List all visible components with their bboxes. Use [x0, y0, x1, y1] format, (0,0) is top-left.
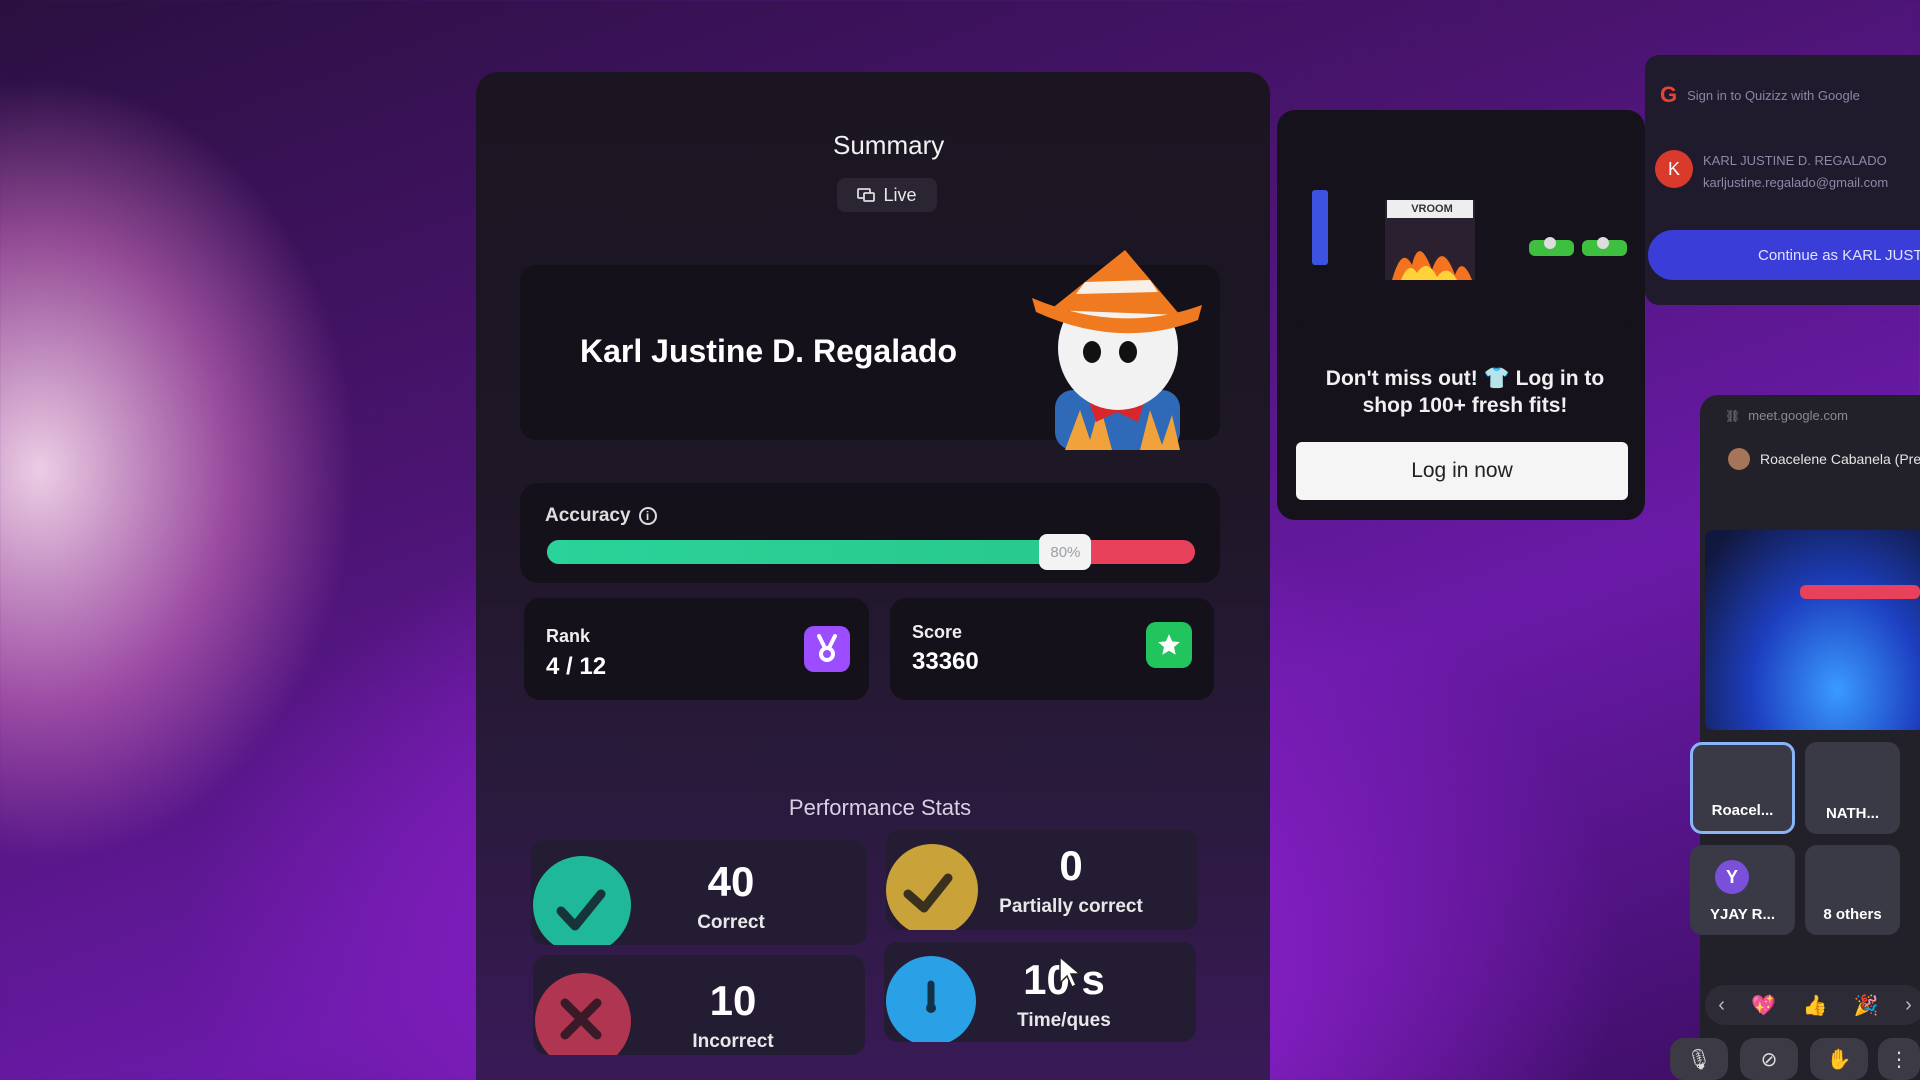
presenter-name: Roacelene Cabanela (Presenting): [1760, 451, 1920, 467]
avatar: [1032, 250, 1202, 450]
account-email: karljustine.regalado@gmail.com: [1703, 175, 1889, 190]
incorrect-count: 10: [709, 977, 757, 1024]
meet-presenter-row: Roacelene Cabanela (Presenting): [1728, 448, 1920, 470]
cross-icon: [535, 973, 631, 1055]
accuracy-label: Accuracy: [545, 505, 631, 526]
partial-label: Partially correct: [999, 896, 1143, 917]
participant-tile-roacel[interactable]: Roacel...: [1690, 742, 1795, 834]
mouse-cursor-icon: [1059, 955, 1082, 989]
account-name: KARL JUSTINE D. REGALADO: [1703, 153, 1887, 168]
party-popper-icon[interactable]: 🎉: [1854, 993, 1879, 1018]
live-label: Live: [883, 184, 917, 205]
rank-card: Rank 4 / 12: [524, 598, 869, 700]
thumbs-up-icon[interactable]: 👍: [1803, 993, 1828, 1018]
promo-line-2: shop 100+ fresh fits!: [1362, 394, 1568, 417]
star-icon: [1146, 622, 1192, 668]
monitor-icon: [857, 188, 876, 202]
promo-message: Don't miss out! 👕 Log in to shop 100+ fr…: [1310, 365, 1620, 419]
login-button[interactable]: Log in now: [1296, 442, 1628, 500]
accuracy-card: [520, 483, 1220, 583]
google-signin-header: G Sign in to Quizizz with Google: [1660, 82, 1860, 108]
continue-as-button[interactable]: Continue as KARL JUSTINE: [1648, 230, 1920, 280]
mic-off-icon[interactable]: 🎙: [1670, 1038, 1728, 1080]
correct-tile: 40 Correct: [531, 840, 867, 945]
google-logo-icon: G: [1660, 82, 1678, 107]
medal-icon: [804, 626, 850, 672]
rank-label: Rank: [546, 626, 591, 646]
stopwatch-icon: [886, 956, 976, 1042]
accuracy-heading: Accuracy i: [545, 505, 657, 527]
meet-url: meet.google.com: [1748, 408, 1848, 423]
meet-url-bar: ⛓ meet.google.com: [1725, 408, 1848, 423]
time-tile: 10 s Time/ques: [884, 942, 1196, 1042]
next-arrow-icon[interactable]: ›: [1905, 994, 1912, 1017]
google-account-row[interactable]: K KARL JUSTINE D. REGALADO karljustine.r…: [1655, 150, 1888, 194]
heart-icon[interactable]: 💖: [1751, 993, 1776, 1018]
raise-hand-icon[interactable]: ✋: [1810, 1038, 1868, 1080]
presenter-avatar: [1728, 448, 1750, 470]
participant-name: NATH...: [1825, 805, 1880, 822]
promo-banner-text: VROOM: [1411, 203, 1453, 215]
accuracy-bar: 80%: [547, 534, 1195, 570]
partial-tile: 0 Partially correct: [886, 830, 1198, 930]
prev-arrow-icon[interactable]: ‹: [1718, 994, 1725, 1017]
performance-title: Performance Stats: [788, 795, 972, 820]
accuracy-bar-fill: [547, 540, 1066, 564]
score-card: Score 33360: [890, 598, 1214, 700]
participant-name: 8 others: [1823, 906, 1882, 923]
participant-tile-others[interactable]: 8 others: [1805, 845, 1900, 935]
check-icon: [533, 856, 631, 945]
meet-pip-window: [1700, 395, 1920, 1080]
shared-screen-bar: [1800, 585, 1920, 599]
link-icon: ⛓: [1725, 408, 1741, 423]
time-label: Time/ques: [1017, 1010, 1111, 1031]
promo-line-1: Don't miss out! 👕 Log in to: [1325, 367, 1605, 390]
account-avatar: K: [1655, 150, 1693, 188]
score-value: 33360: [912, 648, 979, 675]
partial-count: 0: [1059, 842, 1083, 889]
info-icon[interactable]: i: [638, 507, 657, 525]
incorrect-tile: 10 Incorrect: [533, 955, 865, 1055]
live-badge: Live: [837, 178, 937, 212]
more-options-icon[interactable]: ⋮: [1878, 1038, 1920, 1080]
participant-tile-nath[interactable]: NATH...: [1805, 742, 1900, 834]
camera-off-icon[interactable]: ⊘: [1740, 1038, 1798, 1080]
participant-name: YJAY R...: [1709, 906, 1776, 923]
correct-count: 40: [707, 858, 755, 905]
participant-avatar: Y: [1715, 860, 1749, 894]
shared-screen[interactable]: [1705, 530, 1920, 730]
correct-label: Correct: [697, 912, 765, 933]
google-signin-title: Sign in to Quizizz with Google: [1687, 87, 1860, 103]
accuracy-percent: 80%: [1039, 534, 1092, 570]
incorrect-label: Incorrect: [692, 1031, 774, 1052]
page-title: Summary: [833, 130, 945, 160]
promo-artwork: VROOM: [1297, 165, 1632, 325]
reactions-bar: ‹ 💖 👍 🎉 ›: [1705, 985, 1920, 1025]
rank-value: 4 / 12: [546, 653, 607, 680]
player-name: Karl Justine D. Regalado: [580, 333, 957, 369]
score-label: Score: [912, 622, 963, 642]
participant-name: Roacel...: [1711, 802, 1774, 819]
